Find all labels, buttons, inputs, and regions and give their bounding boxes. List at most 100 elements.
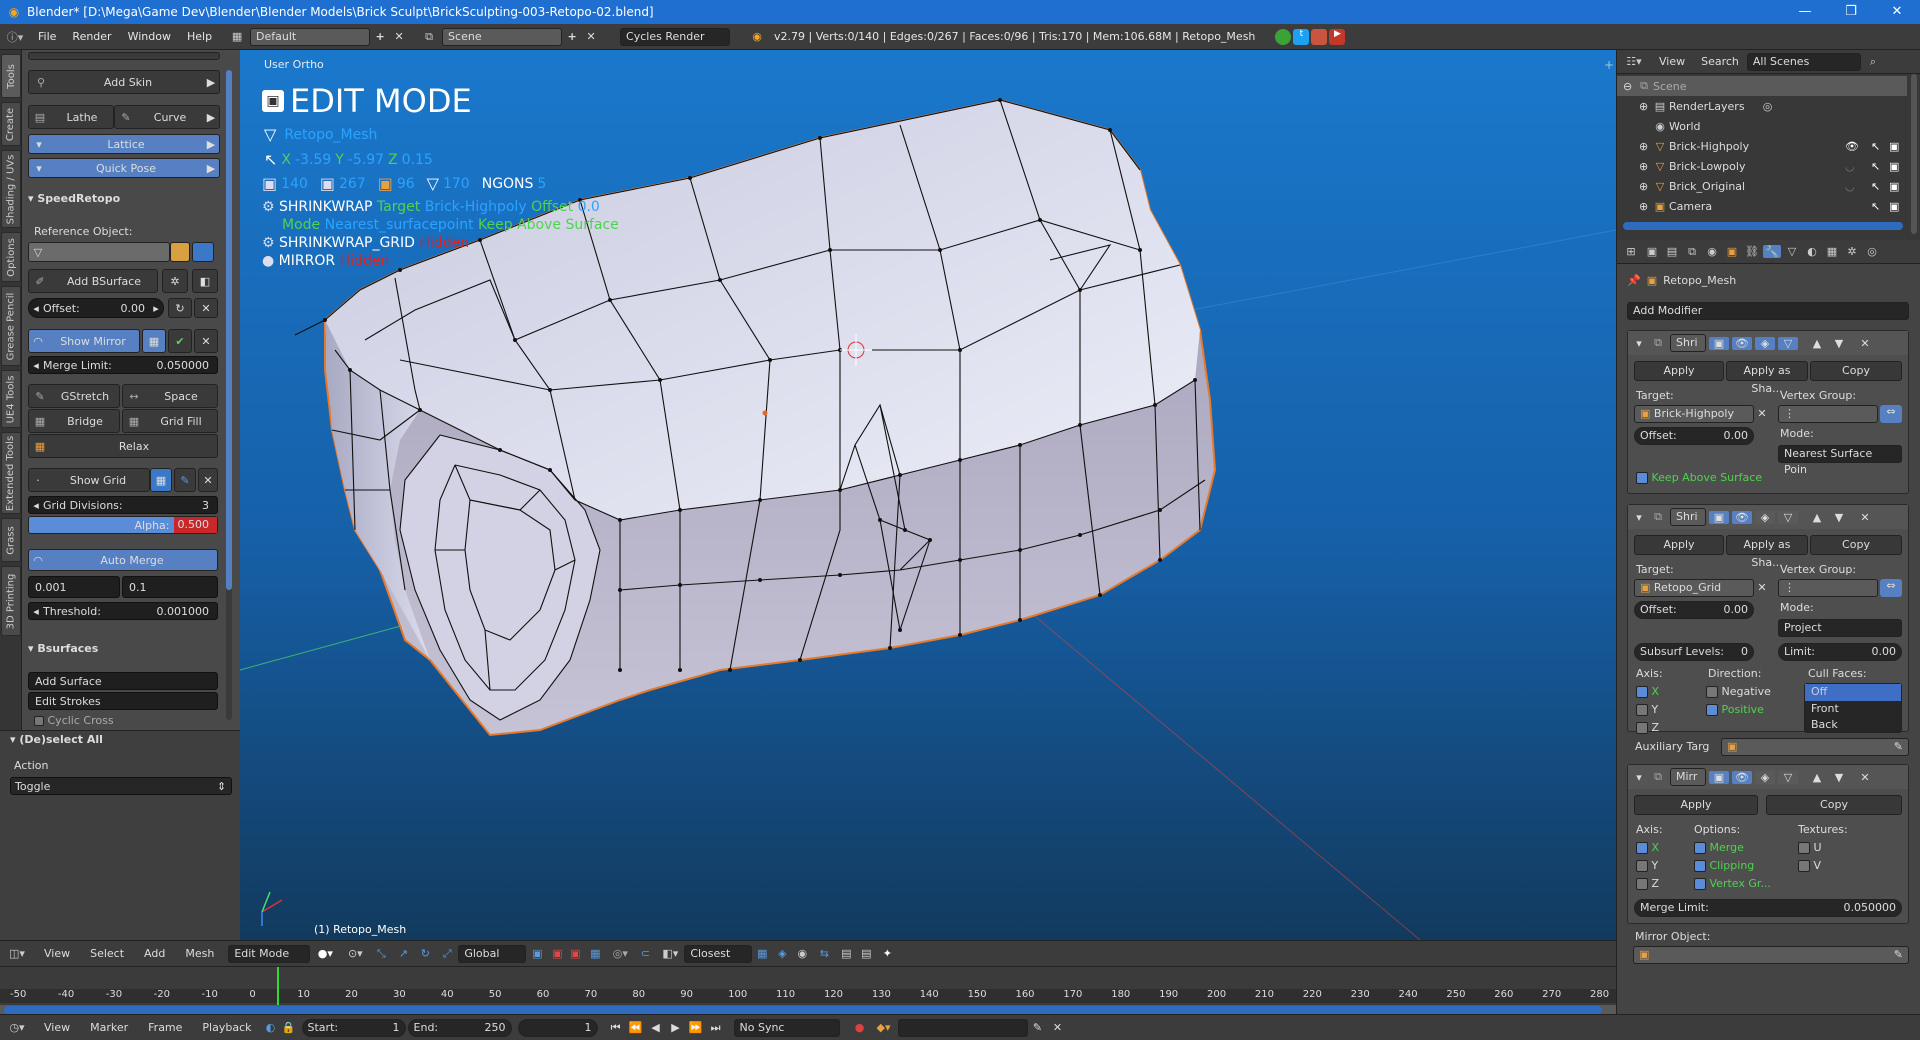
move-down-icon[interactable]: ▼ (1830, 511, 1848, 524)
outliner-item-renderlayers[interactable]: ⊕ ▤ RenderLayers ◎ (1617, 96, 1907, 116)
mirror-object-field[interactable]: ▣ ✎ (1633, 946, 1909, 964)
layers-tab-icon[interactable]: ▤ (1663, 245, 1681, 258)
cull-back-option[interactable]: Back (1805, 717, 1901, 733)
mirror-axis-y-checkbox[interactable]: Y (1636, 859, 1658, 872)
selectable-arrow-icon[interactable]: ↖ (1871, 140, 1880, 153)
move-up-icon[interactable]: ▲ (1807, 337, 1827, 350)
quick-pose-menu[interactable]: ▾ Quick Pose ▶ (28, 158, 220, 178)
auto-merge-button[interactable]: ◠ Auto Merge (28, 549, 218, 571)
grid-divisions-field[interactable]: ◂ Grid Divisions: 3 (28, 496, 218, 514)
outliner-filter-select[interactable]: All Scenes (1746, 52, 1861, 71)
viewport-display-icon[interactable]: 👁 (1732, 336, 1752, 350)
timeline-scroll-thumb[interactable] (4, 1006, 1602, 1014)
offset-field[interactable]: ◂ Offset: 0.00 ▸ (28, 298, 164, 318)
toggle-overlay-button[interactable]: ◧ (192, 269, 218, 293)
outliner-item-brick-highpoly[interactable]: ⊕ ▽ Brick-Highpoly 👁 ↖ ▣ (1617, 136, 1907, 156)
preview-range-icon[interactable]: ◐ (262, 1021, 280, 1034)
mirror-axis-z-checkbox[interactable]: Z (1636, 877, 1659, 890)
vertex-group-field[interactable]: ⋮ (1778, 405, 1878, 423)
editor-type-icon[interactable]: ◫▾ (0, 947, 34, 960)
edge-select-icon[interactable]: ▣ (548, 947, 566, 960)
copy-button[interactable]: Copy (1810, 361, 1902, 381)
scene-field[interactable]: Scene (442, 27, 563, 46)
menu-frame[interactable]: Frame (138, 1021, 192, 1034)
manipulator-icon[interactable]: ⤡ (370, 947, 392, 961)
particles-tab-icon[interactable]: ✲ (1843, 245, 1861, 258)
lattice-menu[interactable]: ▾ Lattice ▶ (28, 134, 220, 154)
curve-button[interactable]: ✎ Curve ▶ (114, 105, 220, 129)
render-display-icon[interactable]: ◈ (1755, 770, 1775, 784)
action-select[interactable]: Toggle ⇕ (10, 777, 232, 795)
texture-tab-icon[interactable]: ▦ (1823, 245, 1841, 258)
tab-create[interactable]: Create (1, 102, 21, 146)
texture-v-checkbox[interactable]: V (1798, 859, 1821, 872)
clear-target-icon[interactable]: ✕ (1756, 581, 1768, 594)
translate-icon[interactable]: ↗ (392, 947, 414, 960)
timeline[interactable]: -50 -40 -30 -20 -10 0 10 20 30 40 50 60 70 80 90 100 110… (0, 966, 1616, 1015)
decrement-icon[interactable]: ◂ (29, 359, 43, 372)
add-bsurface-button[interactable]: ✐ Add BSurface (28, 269, 158, 293)
settings-button[interactable]: ✲ (162, 269, 188, 293)
menu-add[interactable]: Add (134, 947, 175, 960)
copy-button[interactable]: Copy (1810, 535, 1902, 555)
mode-select[interactable]: Project (1778, 619, 1902, 637)
tab-shading-uvs[interactable]: Shading / UVs (1, 150, 21, 228)
axis-z-checkbox[interactable]: Z (1636, 721, 1659, 734)
mirror-axis-x-checkbox[interactable]: X (1636, 841, 1659, 854)
add-skin-button[interactable]: ⚲ Add Skin ▶ (28, 70, 220, 94)
object-tab-icon[interactable]: ▣ (1723, 245, 1741, 258)
space-button[interactable]: ↔ Space (122, 384, 218, 408)
editmode-display-icon[interactable]: ▣ (1709, 770, 1729, 784)
collapse-arrow-icon[interactable]: ▾ (1632, 337, 1646, 350)
editor-type-icon[interactable]: ◷▾ (0, 1021, 34, 1034)
render-engine-select[interactable]: Cycles Render (620, 27, 731, 46)
editor-type-icon[interactable]: ☷▾ (1617, 55, 1651, 68)
editmode-display-icon[interactable]: ▣ (1709, 336, 1729, 350)
cull-front-option[interactable]: Front (1805, 701, 1901, 717)
outliner-item-brick-lowpoly[interactable]: ⊕ ▽ Brick-Lowpoly ◡ ↖ ▣ (1617, 156, 1907, 176)
end-frame-field[interactable]: End: 250 (407, 1018, 512, 1037)
viewport-display-icon[interactable]: 👁 (1732, 770, 1752, 784)
remove-grid-button[interactable]: ✕ (198, 468, 218, 492)
operator-header[interactable]: ▾ (De)select All (10, 731, 103, 749)
lock-range-icon[interactable]: 🔒 (280, 1021, 298, 1034)
mode-select[interactable]: Edit Mode (228, 944, 311, 963)
remove-modifier-icon[interactable]: ✕ (1855, 511, 1875, 524)
move-up-icon[interactable]: ▲ (1807, 511, 1827, 524)
gizmo-icon[interactable]: ✦ (876, 947, 898, 960)
negative-checkbox[interactable]: Negative (1706, 685, 1771, 698)
axis-y-checkbox[interactable]: Y (1636, 703, 1658, 716)
show-mirror-button[interactable]: ◠ Show Mirror (28, 329, 140, 353)
increment-icon[interactable]: ▸ (149, 302, 163, 315)
outliner-scrollbar[interactable] (1623, 222, 1903, 230)
apply-button[interactable]: Apply (1634, 795, 1758, 815)
decrement-icon[interactable]: ◂ (29, 605, 43, 618)
tool-panel-scrollbar[interactable] (226, 70, 232, 720)
value-a-field[interactable]: 0.001 (28, 576, 120, 598)
auxiliary-target-field[interactable]: ▣ ✎ (1721, 738, 1909, 756)
scale-icon[interactable]: ⤢ (436, 947, 458, 961)
move-up-icon[interactable]: ▲ (1807, 771, 1827, 784)
3d-viewport[interactable]: User Ortho ▣ EDIT MODE ▽ Retopo_Mesh ↖ X… (240, 50, 1616, 940)
show-grid-button[interactable]: · Show Grid (28, 468, 150, 492)
play-icon[interactable]: ▶ (666, 1021, 686, 1034)
selectable-arrow-icon[interactable]: ↖ (1871, 200, 1880, 213)
keying-set-icon[interactable]: ◆▾ (870, 1021, 898, 1034)
pin-icon[interactable]: 📌 (1627, 274, 1641, 287)
alpha-slider[interactable]: Alpha: 0.500 (28, 516, 218, 534)
renderable-camera-icon[interactable]: ▣ (1889, 180, 1899, 193)
invert-vgroup-icon[interactable]: ⇔ (1880, 405, 1902, 423)
outliner-item-camera[interactable]: ⊕ ▣ Camera ↖ ▣ (1617, 196, 1907, 216)
tab-3d-printing[interactable]: 3D Printing (1, 566, 21, 636)
editor-type-icon[interactable]: ⓘ▾ (0, 29, 30, 45)
renderable-camera-icon[interactable]: ▣ (1889, 200, 1899, 213)
limit-field[interactable]: Limit: 0.00 (1778, 643, 1902, 661)
selectable-arrow-icon[interactable]: ↖ (1871, 180, 1880, 193)
menu-window[interactable]: Window (120, 30, 179, 43)
target-field[interactable]: ▣ Brick-Highpoly (1634, 405, 1754, 423)
tab-options[interactable]: Options (1, 232, 21, 282)
modifiers-tab-icon[interactable]: 🔧 (1763, 245, 1781, 258)
pivot-icon[interactable]: ⊙▾ (340, 947, 370, 960)
renderable-camera-icon[interactable]: ▣ (1889, 140, 1899, 153)
renderable-camera-icon[interactable]: ▣ (1889, 160, 1899, 173)
